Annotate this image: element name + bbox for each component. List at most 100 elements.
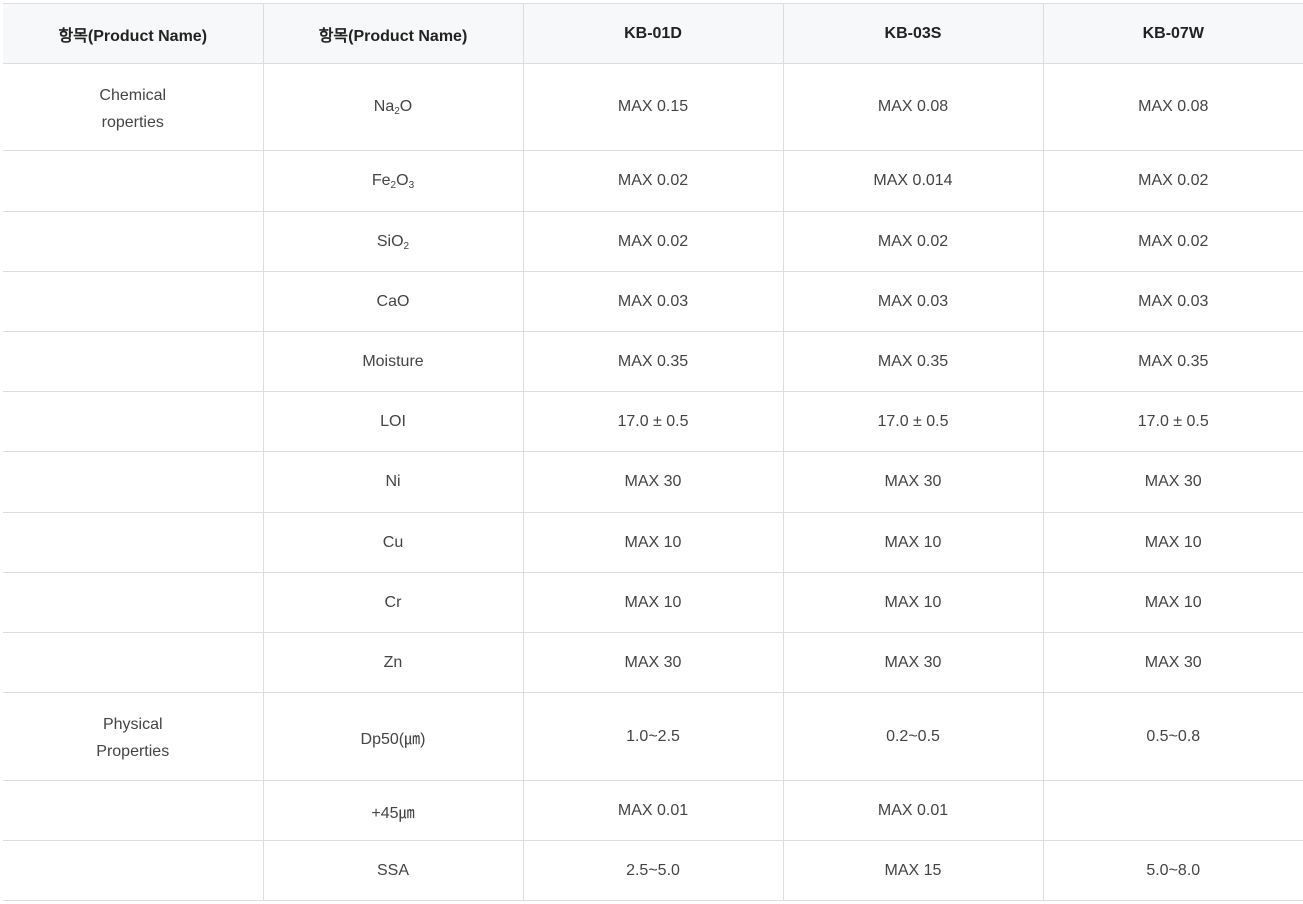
group-cell: [3, 780, 263, 841]
item-label: Moisture: [362, 352, 424, 370]
value-cell: 0.2~0.5: [782, 692, 1043, 781]
item-cell: Fe2O3: [262, 150, 523, 212]
item-label: Ni: [385, 473, 401, 490]
value-cell: MAX 0.01: [782, 780, 1043, 841]
group-cell: Physical Properties: [3, 692, 263, 781]
item-cell: +45㎛: [262, 780, 523, 841]
value-cell: MAX 10: [1042, 512, 1303, 573]
value-cell: 1.0~2.5: [522, 692, 783, 781]
item-label: +45㎛: [371, 804, 415, 822]
item-cell: Ni: [262, 451, 523, 513]
header-row: 항목(Product Name) 항목(Product Name) KB-01D…: [3, 3, 1303, 64]
table-row: Physical Properties Dp50(㎛) 1.0~2.5 0.2~0.5 0…: [3, 692, 1303, 781]
value-cell: MAX 30: [522, 451, 783, 513]
header-category: 항목(Product Name): [3, 3, 263, 64]
table-row: Moisture MAX 0.35 MAX 0.35 MAX 0.35: [3, 331, 1303, 392]
value-cell: MAX 0.01: [522, 780, 783, 841]
value-cell: MAX 0.15: [522, 63, 783, 151]
value-cell: MAX 30: [782, 632, 1043, 693]
header-kb-01d: KB-01D: [522, 3, 783, 64]
item-label: LOI: [380, 412, 406, 430]
item-cell: Cu: [262, 512, 523, 573]
group-cell: [3, 211, 263, 272]
table-row: Cu MAX 10 MAX 10 MAX 10: [3, 512, 1303, 573]
group-cell: [3, 451, 263, 513]
group-cell: [3, 632, 263, 693]
group-cell: [3, 331, 263, 392]
header-item: 항목(Product Name): [262, 3, 523, 64]
value-cell: MAX 0.35: [522, 331, 783, 392]
item-label-mid: O: [399, 98, 413, 115]
value-cell: MAX 0.08: [782, 63, 1043, 151]
value-cell: 17.0 ± 0.5: [782, 391, 1043, 452]
table-row: LOI 17.0 ± 0.5 17.0 ± 0.5 17.0 ± 0.5: [3, 391, 1303, 452]
group-label-line: Chemical: [99, 87, 167, 104]
group-cell: [3, 572, 263, 633]
group-cell: [3, 271, 263, 332]
value-cell: 5.0~8.0: [1042, 840, 1303, 901]
value-cell: MAX 0.35: [1042, 331, 1303, 392]
value-cell: MAX 0.02: [522, 211, 783, 272]
value-cell: MAX 15: [782, 840, 1043, 901]
spec-table: 항목(Product Name) 항목(Product Name) KB-01D…: [3, 3, 1303, 901]
value-cell: MAX 10: [782, 572, 1043, 633]
header-kb-03s: KB-03S: [782, 3, 1043, 64]
item-label: SiO: [376, 232, 404, 250]
group-cell: [3, 150, 263, 212]
group-cell: [3, 512, 263, 573]
value-cell: MAX 10: [522, 512, 783, 573]
value-cell: 17.0 ± 0.5: [522, 391, 783, 452]
group-label-line: roperties: [101, 114, 164, 131]
value-cell: MAX 0.35: [782, 331, 1043, 392]
value-cell: 0.5~0.8: [1042, 692, 1303, 781]
table-row: CaO MAX 0.03 MAX 0.03 MAX 0.03: [3, 271, 1303, 332]
item-subscript: 2: [403, 240, 410, 252]
value-cell: MAX 30: [1042, 632, 1303, 693]
table-row: Chemical roperties Na2O MAX 0.15 MAX 0.08 MAX…: [3, 63, 1303, 151]
item-label: Cu: [382, 533, 404, 551]
value-cell: MAX 30: [522, 632, 783, 693]
item-label: Zn: [383, 653, 403, 671]
value-cell: MAX 0.03: [782, 271, 1043, 332]
item-cell: SSA: [262, 840, 523, 901]
value-cell: MAX 0.02: [522, 150, 783, 212]
value-cell: 2.5~5.0: [522, 840, 783, 901]
value-cell: MAX 0.03: [1042, 271, 1303, 332]
item-cell: CaO: [262, 271, 523, 332]
group-cell: Chemical roperties: [3, 63, 263, 151]
value-cell: MAX 0.02: [782, 211, 1043, 272]
value-cell: MAX 0.03: [522, 271, 783, 332]
item-cell: Moisture: [262, 331, 523, 392]
item-cell: LOI: [262, 391, 523, 452]
table-row: +45㎛ MAX 0.01 MAX 0.01: [3, 780, 1303, 841]
value-cell: MAX 10: [782, 512, 1043, 573]
value-cell: [1042, 780, 1303, 841]
table-row: SiO2 MAX 0.02 MAX 0.02 MAX 0.02: [3, 211, 1303, 272]
item-cell: Cr: [262, 572, 523, 633]
item-cell: SiO2: [262, 211, 523, 272]
group-cell: [3, 391, 263, 452]
item-subscript: 3: [408, 180, 415, 191]
value-cell: MAX 30: [1042, 451, 1303, 513]
table-row: Fe2O3 MAX 0.02 MAX 0.014 MAX 0.02: [3, 150, 1303, 212]
value-cell: 17.0 ± 0.5: [1042, 391, 1303, 452]
item-label-mid: O: [396, 172, 409, 189]
value-cell: MAX 30: [782, 451, 1043, 513]
value-cell: MAX 0.02: [1042, 211, 1303, 272]
group-label-line: Physical: [102, 716, 163, 733]
item-label: Cr: [384, 593, 402, 611]
item-label: Na: [373, 98, 395, 115]
item-cell: Zn: [262, 632, 523, 693]
table-row: Cr MAX 10 MAX 10 MAX 10: [3, 572, 1303, 633]
table-row: Zn MAX 30 MAX 30 MAX 30: [3, 632, 1303, 693]
item-cell: Na2O: [262, 63, 523, 151]
group-label-line: Properties: [96, 743, 170, 760]
table-row: Ni MAX 30 MAX 30 MAX 30: [3, 451, 1303, 513]
table-row: SSA 2.5~5.0 MAX 15 5.0~8.0: [3, 840, 1303, 901]
item-label: CaO: [376, 292, 410, 310]
value-cell: MAX 10: [522, 572, 783, 633]
item-cell: Dp50(㎛): [262, 692, 523, 781]
item-label: SSA: [376, 861, 409, 879]
value-cell: MAX 10: [1042, 572, 1303, 633]
group-cell: [3, 840, 263, 901]
